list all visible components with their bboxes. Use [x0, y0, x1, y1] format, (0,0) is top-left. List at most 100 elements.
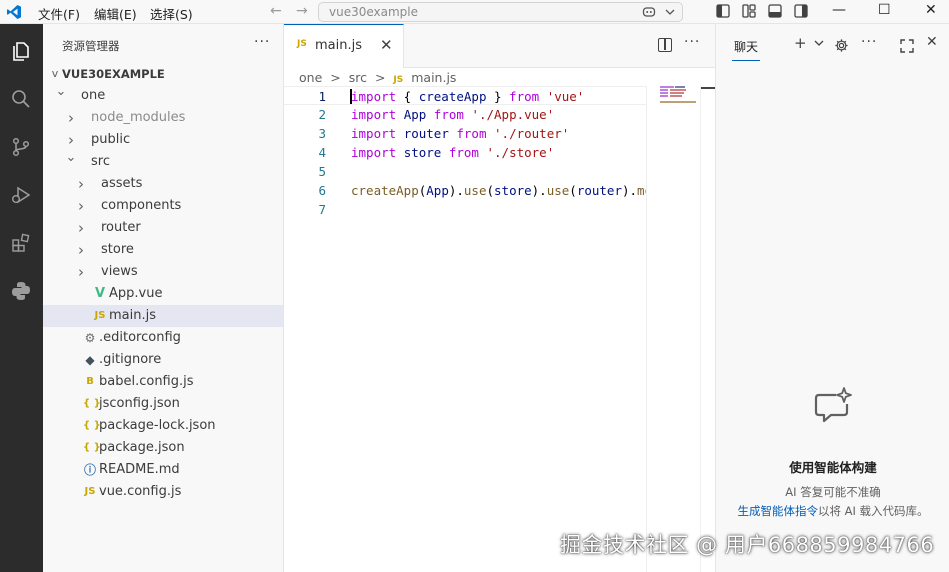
tree-item-label: public	[91, 132, 131, 147]
editor-more-actions-icon[interactable]: ···	[684, 34, 700, 50]
vertical-scrollbar[interactable]	[700, 86, 715, 572]
python-icon[interactable]	[7, 277, 35, 305]
chat-more-actions-icon[interactable]: ···	[861, 34, 877, 50]
explorer-header: 资源管理器	[62, 39, 120, 53]
js-file-icon: JS	[94, 310, 106, 321]
breadcrumb-item-one[interactable]: one	[299, 70, 322, 85]
gear-icon[interactable]	[834, 38, 849, 53]
tree-item-gitignore[interactable]: ◆ .gitignore	[43, 349, 283, 371]
source-control-icon[interactable]	[7, 133, 35, 161]
workspace-root[interactable]: v VUE30EXAMPLE	[43, 63, 283, 85]
chevron-right-icon: ›	[68, 109, 74, 127]
breadcrumb-item-src[interactable]: src	[349, 70, 367, 85]
tree-item-assets[interactable]: › assets	[43, 173, 283, 195]
tree-item-router[interactable]: › router	[43, 217, 283, 239]
tree-item-label: package.json	[99, 440, 185, 455]
tree-item-components[interactable]: › components	[43, 195, 283, 217]
tree-item-package-json[interactable]: { } package.json	[43, 437, 283, 459]
search-icon[interactable]	[7, 85, 35, 113]
chevron-right-icon: ›	[78, 263, 84, 281]
tree-item-label: one	[81, 88, 106, 103]
vscode-logo-icon	[7, 5, 21, 19]
split-editor-icon[interactable]	[658, 38, 672, 52]
tab-label: main.js	[315, 38, 362, 53]
forward-arrow-icon[interactable]: →	[296, 3, 308, 19]
search-text: vue30example	[329, 5, 419, 19]
extensions-icon[interactable]	[7, 229, 35, 257]
code-line: 7	[284, 200, 646, 219]
tree-item-label: README.md	[99, 462, 180, 477]
breadcrumb-separator-icon: >	[374, 70, 386, 85]
text-cursor	[350, 89, 352, 104]
code-line: 1 import { createApp } from 'vue'	[284, 86, 646, 105]
customize-layout-icon[interactable]	[742, 4, 756, 18]
tree-item-label: App.vue	[109, 286, 163, 301]
copilot-icon[interactable]	[641, 4, 657, 20]
tab-chat[interactable]: 聊天	[734, 38, 758, 55]
tree-item-jsconfig-json[interactable]: { } jsconfig.json	[43, 393, 283, 415]
maximize-icon[interactable]: ☐	[878, 2, 891, 18]
explorer-icon[interactable]	[7, 37, 35, 65]
js-file-icon: JS	[393, 75, 404, 85]
tree-item-label: .editorconfig	[99, 330, 181, 345]
menu-edit[interactable]: 编辑(E)	[94, 4, 137, 23]
tree-item-views[interactable]: › views	[43, 261, 283, 283]
minimap[interactable]	[656, 86, 700, 106]
generate-agent-instructions-link[interactable]: 生成智能体指令	[737, 504, 818, 518]
code-line: 2 import App from './App.vue'	[284, 105, 646, 124]
code-text: createApp(App).use(store).use(router).mo…	[351, 183, 646, 198]
menu-selection[interactable]: 选择(S)	[150, 4, 193, 23]
tree-item-readme-md[interactable]: ⓘ README.md	[43, 459, 283, 481]
scrollbar-cursor-marker	[701, 87, 715, 89]
tree-item-editorconfig[interactable]: ⚙ .editorconfig	[43, 327, 283, 349]
minimize-icon[interactable]: —	[832, 2, 846, 18]
tree-item-public[interactable]: › public	[43, 129, 283, 151]
tree-item-babel-config-js[interactable]: Bbabel.config.js	[43, 371, 283, 393]
tree-item-label: vue.config.js	[99, 484, 182, 499]
tree-item-one[interactable]: ⌄ one	[43, 84, 283, 107]
tree-item-label: babel.config.js	[99, 374, 194, 389]
line-number: 3	[318, 126, 326, 141]
tree-item-label: components	[101, 198, 182, 213]
code-text: import { createApp } from 'vue'	[351, 89, 585, 104]
new-chat-icon[interactable]: +	[794, 34, 807, 52]
tree-item-package-lock-json[interactable]: { } package-lock.json	[43, 415, 283, 437]
menu-file[interactable]: 文件(F)	[38, 4, 80, 23]
explorer-more-actions-icon[interactable]: ···	[254, 34, 270, 50]
command-center-search[interactable]: vue30example	[318, 2, 683, 22]
info-icon: ⓘ	[83, 463, 96, 477]
chat-sparkle-icon	[814, 387, 852, 423]
code-editor[interactable]: 1 import { createApp } from 'vue' 2 import …	[284, 86, 715, 572]
chevron-down-icon[interactable]	[663, 4, 677, 20]
title-bar: 文件(F) 编辑(E) 选择(S) ← → vue30example — ☐ ✕	[0, 0, 949, 24]
tree-item-main-js[interactable]: JS main.js	[43, 305, 283, 327]
toggle-panel-icon[interactable]	[768, 4, 782, 18]
line-number: 7	[318, 202, 326, 217]
maximize-panel-icon[interactable]	[900, 39, 914, 53]
breadcrumb-item-main-js[interactable]: main.js	[411, 70, 456, 85]
tree-item-src[interactable]: ⌄ src	[43, 150, 283, 173]
tree-item-node-modules[interactable]: › node_modules	[43, 107, 283, 129]
tree-item-label: main.js	[109, 308, 156, 323]
tree-item-app-vue[interactable]: V App.vue	[43, 283, 283, 305]
chevron-right-icon: ›	[78, 175, 84, 193]
tree-item-store[interactable]: › store	[43, 239, 283, 261]
back-arrow-icon[interactable]: ←	[270, 3, 282, 19]
chat-instruction: 生成智能体指令以将 AI 载入代码库。	[716, 502, 949, 520]
line-number: 6	[318, 183, 326, 198]
close-panel-icon[interactable]: ✕	[926, 34, 938, 50]
chevron-down-icon[interactable]	[814, 39, 824, 47]
tree-item-vue-config-js[interactable]: JS vue.config.js	[43, 481, 283, 503]
toggle-primary-sidebar-icon[interactable]	[716, 4, 730, 18]
toggle-secondary-sidebar-icon[interactable]	[794, 4, 808, 18]
close-tab-icon[interactable]: ✕	[380, 36, 393, 54]
run-debug-icon[interactable]	[7, 181, 35, 209]
tree-item-label: node_modules	[91, 110, 186, 125]
chat-disclaimer: AI 答复可能不准确	[785, 485, 881, 499]
activity-bar	[0, 24, 43, 572]
chat-instruction-rest: 以将 AI 载入代码库。	[817, 504, 929, 518]
json-file-icon: { }	[83, 442, 101, 453]
close-window-icon[interactable]: ✕	[925, 2, 937, 18]
vue-file-icon: V	[94, 286, 106, 301]
tab-main-js[interactable]: JS main.js ✕	[284, 24, 404, 68]
